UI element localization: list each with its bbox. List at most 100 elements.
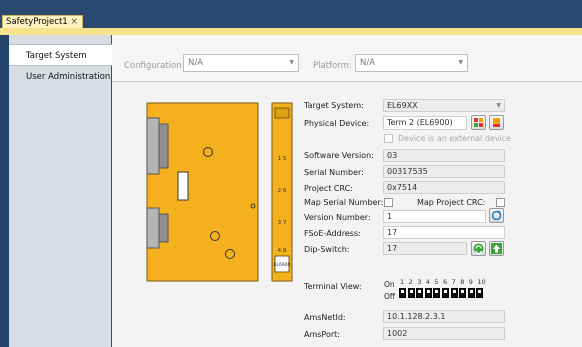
device-remove-button[interactable] [489,115,504,130]
terminal-led-block [274,107,290,119]
dip-switch-knob [426,290,430,293]
dip-number: 3 [417,278,422,286]
map-serial-checkbox[interactable] [384,198,393,207]
device-settings-button[interactable] [471,115,486,130]
nav-item-target-system[interactable]: Target System [9,44,112,66]
left-edge [0,35,9,347]
version-number-label: Version Number: [304,213,371,222]
fsoe-address-value: 17 [387,228,398,237]
terminal-silk-4-8: 4 8 [278,248,287,254]
dip-switch-knob [452,290,456,293]
sync-icon [473,243,484,255]
nav-item-user-administration[interactable]: User Administration [9,66,112,88]
terminal-connector [146,117,160,175]
dip-on-label: On [384,280,395,289]
dip-switch[interactable] [442,288,449,298]
amsnetid-label: AmsNetId: [304,313,346,322]
dip-switch-label: Dip-Switch: [304,245,350,254]
chevron-down-icon: ▼ [496,102,501,109]
tab-title: SafetyProject1 [6,17,68,27]
serial-number-label: Serial Number: [304,168,364,177]
dip-number: 6 [443,278,448,286]
dip-switch[interactable] [407,288,415,298]
dip-switch[interactable] [433,288,441,298]
dip-number: 5 [434,278,439,286]
nav-item-label: Target System [26,51,87,61]
terminal-connector [158,123,169,169]
dip-number: 4 [425,278,430,286]
nav-item-label: User Administration [26,72,111,82]
dip-switch-knob [469,290,473,293]
project-crc-field: 0x7514 [383,181,505,194]
target-system-label: Target System: [304,101,364,110]
dip-switch-knob [401,290,404,293]
refresh-version-button[interactable] [489,208,504,223]
map-project-crc-label: Map Project CRC: [417,198,486,207]
terminal-model-text: EL6900 [274,262,291,268]
external-device-label: Device is an external device [398,134,512,143]
target-system-value: EL69XX [387,101,418,110]
dip-number: 9 [468,278,473,286]
software-version-label: Software Version: [304,151,374,160]
target-system-select[interactable]: EL69XX ▼ [383,99,505,112]
dip-switch-value: 17 [387,244,398,253]
physical-device-value: Term 2 (EL6900) [387,118,453,127]
platform-label: Platform: [313,61,352,71]
upload-button[interactable] [489,241,504,256]
physical-device-field[interactable]: Term 2 (EL6900) [383,116,467,130]
serial-number-field: 00317535 [383,165,505,178]
dip-switch[interactable] [399,288,406,298]
dip-off-label: Off [384,292,396,301]
platform-value: N/A [360,58,376,68]
configuration-value: N/A [188,58,204,68]
arrow-up-icon [491,243,502,254]
external-device-checkbox[interactable] [384,134,393,143]
physical-device-label: Physical Device: [304,119,370,128]
dip-switch[interactable] [476,288,484,298]
chevron-down-icon: ▼ [458,59,463,66]
device-icon [474,118,483,127]
terminal-silk-2-6: 2 6 [278,188,287,194]
dip-switch-knob [409,290,413,293]
dip-switch[interactable] [424,288,432,298]
amsport-label: AmsPort: [304,330,340,339]
amsport-value: 1002 [387,329,408,338]
version-number-input[interactable]: 1 [383,210,486,223]
terminal-silk-1-5: 1 5 [278,156,287,162]
configuration-select[interactable]: N/A ▼ [183,54,299,72]
project-crc-label: Project CRC: [304,184,353,193]
terminal-illustration: EL6900 1 5 2 6 3 7 4 8 [146,102,293,282]
sync-button[interactable] [471,241,486,256]
platform-select[interactable]: N/A ▼ [355,54,468,72]
fsoe-address-input[interactable]: 17 [383,226,505,239]
configuration-label: Configuration: [124,61,185,71]
refresh-icon [491,210,502,221]
software-version-field: 03 [383,149,505,162]
dip-switch-knob [461,290,465,293]
software-version-value: 03 [387,151,398,160]
map-serial-label: Map Serial Number: [304,198,384,207]
title-bar [0,0,582,28]
dip-number: 10 [477,278,486,286]
dip-switch[interactable] [467,288,475,298]
dip-number: 7 [451,278,456,286]
dip-switch[interactable] [416,288,424,298]
dip-switch-field: 17 [383,242,467,255]
terminal-label-slot [177,171,189,201]
remove-icon [493,118,500,127]
project-crc-value: 0x7514 [387,183,418,192]
dip-switch[interactable] [459,288,467,298]
fsoe-address-label: FSoE-Address: [304,229,361,238]
chevron-down-icon: ▼ [289,59,294,66]
dip-switch-knob [478,290,482,293]
dip-switch-knob [418,290,422,293]
tab-safety-project[interactable]: SafetyProject1 × [2,15,83,29]
version-number-value: 1 [387,212,393,221]
amsnetid-field: 10.1.128.2.3.1 [383,310,505,323]
tab-strip [0,28,582,35]
dip-switch[interactable] [450,288,458,298]
terminal-view-label: Terminal View: [304,282,362,291]
amsnetid-value: 10.1.128.2.3.1 [387,312,446,321]
map-project-crc-checkbox[interactable] [496,198,505,207]
terminal-connector [146,207,160,249]
